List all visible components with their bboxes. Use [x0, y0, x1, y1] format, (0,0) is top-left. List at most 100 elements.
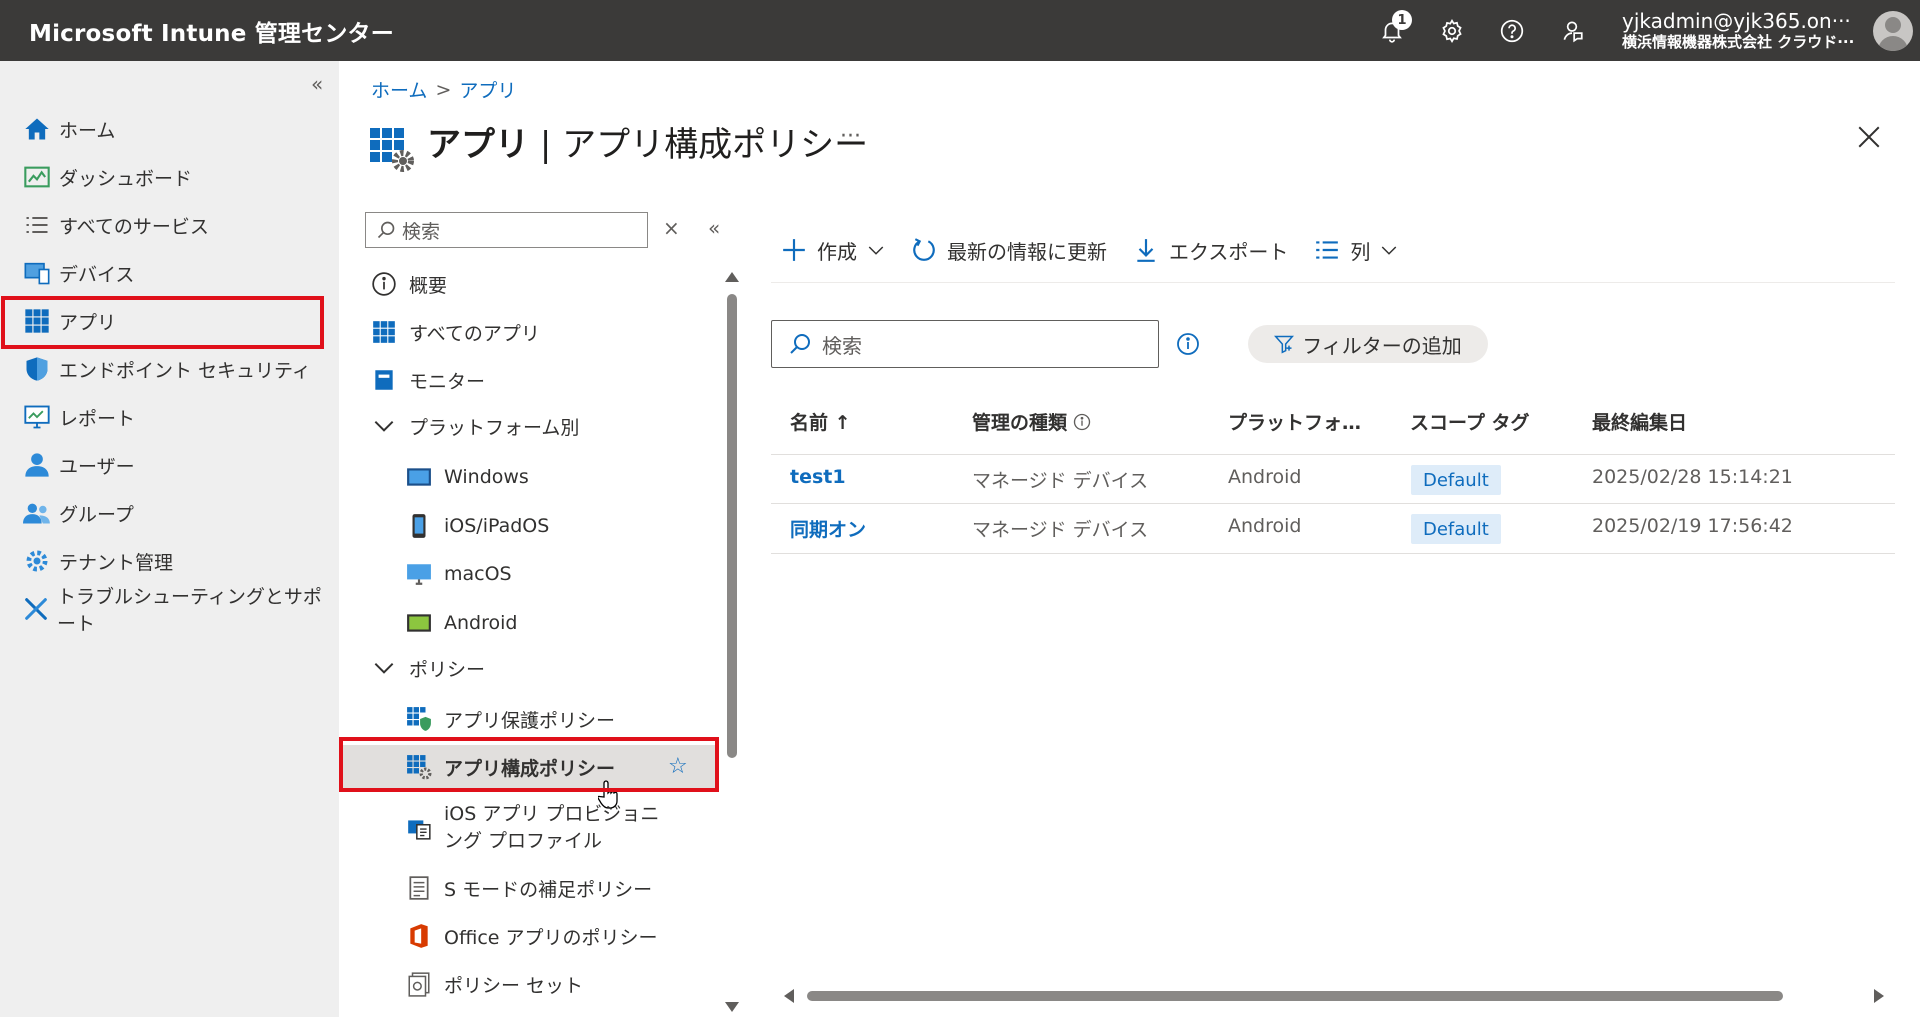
nav-item-dashboard[interactable]: ダッシュボード — [0, 153, 339, 201]
plus-icon — [783, 239, 805, 261]
notifications-button[interactable]: 1 — [1362, 0, 1422, 61]
column-header-last-modified[interactable]: 最終編集日 — [1592, 408, 1687, 435]
close-icon[interactable] — [1856, 124, 1882, 150]
menu-item-overview[interactable]: 概要 — [371, 262, 447, 306]
menu-item-app-protection[interactable]: アプリ保護ポリシー — [406, 697, 615, 741]
column-header-name[interactable]: 名前 ↑ — [790, 408, 851, 435]
refresh-button[interactable]: 最新の情報に更新 — [911, 236, 1107, 265]
notification-count-badge: 1 — [1392, 10, 1412, 30]
collapse-menu-button[interactable]: « — [708, 216, 720, 240]
column-header-scope-tag[interactable]: スコープ タグ — [1410, 408, 1529, 435]
tenant-gear-icon — [22, 546, 52, 576]
document-icon — [406, 875, 432, 901]
menu-vertical-scrollbar[interactable] — [722, 268, 740, 1012]
nav-item-groups[interactable]: グループ — [0, 489, 339, 537]
nav-item-all-services[interactable]: すべてのサービス — [0, 201, 339, 249]
clear-search-button[interactable]: × — [663, 216, 680, 240]
nav-item-tenant-admin[interactable]: テナント管理 — [0, 537, 339, 585]
export-button[interactable]: エクスポート — [1133, 236, 1288, 265]
breadcrumb-home[interactable]: ホーム — [371, 76, 427, 103]
menu-item-label: Office アプリのポリシー — [444, 926, 658, 949]
nav-item-label: レポート — [59, 407, 136, 430]
search-icon — [790, 334, 810, 354]
row-management-type: マネージド デバイス — [972, 519, 1149, 541]
menu-item-ios[interactable]: iOS/iPadOS — [406, 504, 549, 548]
scrollbar-thumb[interactable] — [727, 294, 737, 758]
top-bar: Microsoft Intune 管理センター 1 yjkadmin@yjk36… — [0, 0, 1920, 61]
scroll-right-arrow-icon[interactable] — [1874, 989, 1884, 1003]
group-icon — [22, 498, 52, 528]
avatar[interactable] — [1873, 11, 1913, 51]
menu-item-label: Android — [444, 612, 518, 634]
desktop-icon — [406, 561, 432, 587]
collapse-nav-button[interactable]: « — [311, 72, 323, 96]
menu-group-label: プラットフォーム別 — [409, 416, 580, 439]
add-filter-label: フィルターの追加 — [1302, 333, 1462, 358]
add-filter-button[interactable]: フィルターの追加 — [1248, 325, 1488, 363]
row-platform: Android — [1228, 515, 1302, 537]
row-last-modified: 2025/02/19 17:56:42 — [1592, 515, 1793, 537]
nav-item-devices[interactable]: デバイス — [0, 249, 339, 297]
help-button[interactable] — [1482, 0, 1542, 61]
header-divider — [771, 454, 1895, 455]
table-horizontal-scrollbar[interactable] — [780, 985, 1888, 1007]
menu-item-app-config[interactable]: アプリ構成ポリシー — [343, 745, 715, 789]
info-icon[interactable] — [1176, 332, 1200, 356]
resource-menu-search[interactable]: 検索 — [365, 212, 648, 248]
favorite-star-icon[interactable]: ☆ — [668, 754, 688, 779]
nav-item-reports[interactable]: レポート — [0, 393, 339, 441]
scrollbar-thumb[interactable] — [807, 991, 1783, 1001]
menu-item-monitor[interactable]: モニター — [371, 358, 485, 402]
menu-item-s-mode[interactable]: S モードの補足ポリシー — [406, 866, 652, 910]
nav-item-users[interactable]: ユーザー — [0, 441, 339, 489]
nav-item-home[interactable]: ホーム — [0, 105, 339, 153]
feedback-icon — [1563, 20, 1583, 42]
nav-item-label: トラブルシューティングとサポート — [57, 586, 322, 635]
nav-item-troubleshooting[interactable]: トラブルシューティングとサポート — [0, 585, 339, 635]
shield-icon — [22, 354, 52, 384]
columns-button[interactable]: 列 — [1314, 236, 1398, 265]
menu-item-office[interactable]: Office アプリのポリシー — [406, 914, 658, 958]
menu-group-policy[interactable]: ポリシー — [371, 646, 485, 690]
scroll-up-arrow-icon[interactable] — [725, 272, 739, 282]
nav-item-apps[interactable]: アプリ — [0, 297, 339, 345]
windows-icon — [406, 464, 432, 490]
policy-set-icon — [406, 971, 432, 997]
scroll-down-arrow-icon[interactable] — [725, 1002, 739, 1012]
content-search-input[interactable]: 検索 — [771, 320, 1159, 368]
column-header-platform[interactable]: プラットフォ… — [1228, 408, 1361, 435]
info-icon[interactable] — [1073, 413, 1091, 431]
menu-item-ios-provisioning[interactable]: iOS アプリ プロビジョニング プロファイル — [406, 801, 664, 857]
app-shield-icon — [406, 706, 432, 732]
android-tablet-icon — [406, 610, 432, 636]
menu-item-macos[interactable]: macOS — [406, 552, 512, 596]
menu-item-all-apps[interactable]: すべてのアプリ — [371, 310, 540, 354]
create-button[interactable]: 作成 — [781, 236, 885, 265]
toolbar-divider — [771, 282, 1895, 283]
column-header-management-type[interactable]: 管理の種類 — [972, 408, 1091, 435]
chevron-down-icon — [1382, 246, 1397, 255]
scroll-left-arrow-icon[interactable] — [784, 989, 794, 1003]
row-name-link[interactable]: test1 — [790, 466, 846, 488]
filter-icon — [1274, 335, 1295, 354]
menu-group-by-platform[interactable]: プラットフォーム別 — [371, 404, 579, 448]
nav-item-endpoint-security[interactable]: エンドポイント セキュリティ — [0, 345, 339, 393]
breadcrumb: ホーム > アプリ — [371, 76, 516, 103]
app-config-gear-icon — [406, 754, 432, 780]
settings-button[interactable] — [1422, 0, 1482, 61]
refresh-label: 最新の情報に更新 — [947, 239, 1107, 264]
brand-title[interactable]: Microsoft Intune 管理センター — [29, 14, 394, 48]
menu-item-windows[interactable]: Windows — [406, 455, 529, 499]
breadcrumb-separator: > — [435, 78, 452, 101]
feedback-button[interactable] — [1542, 0, 1602, 61]
menu-item-policy-set[interactable]: ポリシー セット — [406, 962, 583, 1006]
breadcrumb-apps[interactable]: アプリ — [459, 76, 516, 103]
left-navigation: « ホーム ダッシュボード すべてのサービス デバイス アプリ エンドポイント … — [0, 61, 339, 1017]
menu-item-label: モニター — [409, 370, 486, 393]
nav-item-label: ユーザー — [59, 455, 135, 478]
row-name-link[interactable]: 同期オン — [790, 515, 866, 542]
more-options-button[interactable]: ··· — [840, 124, 861, 149]
account-menu[interactable]: yjkadmin@yjk365.on··· 横浜情報機器株式会社 クラウド··· — [1622, 9, 1867, 51]
home-icon — [22, 114, 52, 144]
menu-item-android[interactable]: Android — [406, 601, 517, 645]
